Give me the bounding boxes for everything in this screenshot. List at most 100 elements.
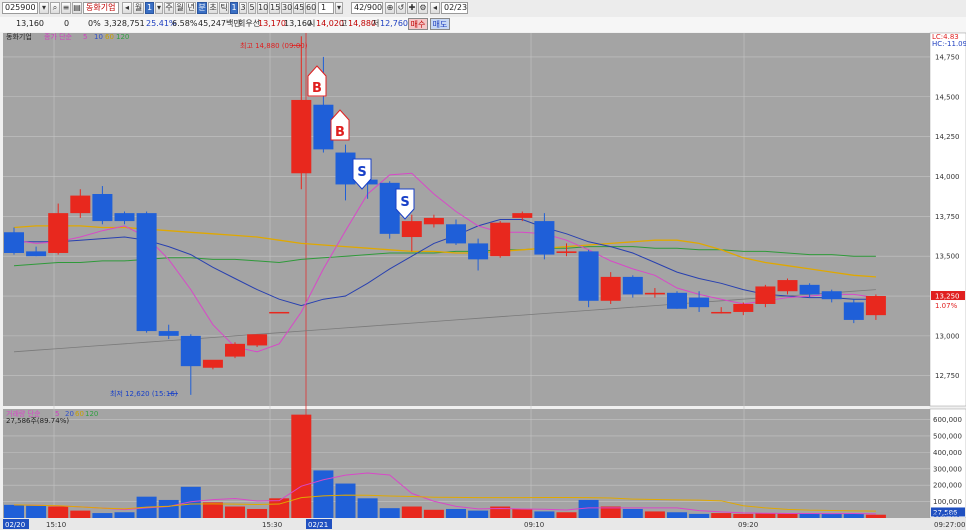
tab-tick[interactable]: 틱 — [219, 2, 229, 14]
bar-count-display[interactable]: 42/900 — [351, 2, 383, 14]
interval-1[interactable]: 1 — [230, 2, 238, 14]
volume-bar — [777, 513, 798, 518]
volume-current-label: 27,586주(89.74%) — [6, 417, 69, 425]
signal-marker-letter: S — [357, 165, 366, 180]
trade-amount: 45,247백만 — [198, 19, 241, 28]
settings-gear-icon[interactable]: ⚙ — [418, 2, 428, 14]
interval-30[interactable]: 30 — [281, 2, 292, 14]
candle-body — [247, 334, 268, 346]
period-month-tab[interactable]: 월 — [133, 2, 144, 14]
count-input[interactable]: 1 — [318, 2, 334, 14]
interval-3[interactable]: 3 — [239, 2, 247, 14]
volume-bar — [202, 502, 223, 518]
candle-body — [225, 343, 245, 357]
price-tick-label: 14,500 — [935, 93, 960, 101]
info-bar: 13,160 0 0% 3,328,751 25.41% 6.58% 45,24… — [0, 17, 966, 33]
volume-bar — [468, 510, 489, 518]
volume-bar — [4, 504, 24, 518]
volume-bar — [48, 506, 69, 518]
magnifier-icon[interactable]: ⌕ — [50, 2, 60, 14]
candle-body — [468, 243, 489, 260]
price-tick-label: 14,250 — [935, 133, 960, 141]
sell-button[interactable]: 매도 — [430, 18, 450, 30]
candle-body — [92, 193, 113, 222]
tab-day[interactable]: 월 — [175, 2, 185, 14]
period-dropdown-icon[interactable]: ▾ — [155, 2, 163, 14]
volume-tick-label: 200,000 — [933, 482, 962, 490]
high-label: 고 — [340, 19, 348, 28]
candle-body — [733, 303, 754, 312]
interval-5[interactable]: 5 — [248, 2, 256, 14]
signal-marker-letter: B — [335, 125, 345, 140]
volume-bar — [92, 513, 113, 518]
reset-icon[interactable]: ↺ — [396, 2, 406, 14]
code-dropdown-arrow-icon[interactable]: ▾ — [39, 2, 49, 14]
candle-body — [4, 232, 24, 253]
volume-bar — [26, 505, 47, 518]
candle-body — [202, 359, 223, 368]
candle-body — [821, 291, 842, 300]
tab-minute[interactable]: 분 — [197, 2, 207, 14]
candle-body — [291, 99, 312, 174]
time-end-label: 09:27:00 — [934, 521, 965, 529]
time-tick-label: 15:10 — [46, 521, 66, 529]
period-count-field[interactable]: 1 — [145, 2, 154, 14]
interval-10[interactable]: 10 — [257, 2, 268, 14]
volume-bar — [423, 509, 444, 518]
volume-tick-label: 500,000 — [933, 432, 962, 440]
prev-close-label: 회우선 — [238, 19, 261, 28]
time-axis — [0, 518, 966, 530]
time-tick-label: 09:20 — [738, 521, 758, 529]
change-pct: 0% — [88, 19, 101, 28]
interval-15[interactable]: 15 — [269, 2, 280, 14]
stock-name-field[interactable]: 동화기업 — [83, 2, 119, 14]
candle-body — [70, 195, 91, 214]
low-price: 12,760 — [380, 19, 408, 28]
volume-bar — [689, 513, 710, 518]
candle-body — [865, 296, 886, 316]
stock-list-icon[interactable]: ≡ — [61, 2, 71, 14]
volume-bar — [313, 470, 334, 518]
volume-pct-label: 89.74% — [933, 511, 960, 519]
candle-body — [48, 213, 69, 253]
interval-45[interactable]: 45 — [293, 2, 304, 14]
candle-body — [446, 224, 466, 244]
buy-button[interactable]: 매수 — [408, 18, 428, 30]
candle-body — [777, 280, 798, 292]
stock-code-input[interactable]: 025900 — [2, 2, 38, 14]
volume-tick-label: 400,000 — [933, 449, 962, 457]
candle-body — [490, 222, 511, 257]
legend-period: 5 — [83, 33, 87, 41]
tab-second[interactable]: 초 — [208, 2, 218, 14]
volume-bar — [225, 506, 245, 518]
volume-bar — [446, 508, 466, 518]
volume-bar — [335, 483, 356, 518]
prev-stock-icon[interactable]: ◂ — [122, 2, 132, 14]
date-input[interactable]: 02/23 — [441, 2, 468, 14]
volume-bar — [821, 513, 842, 518]
interval-60[interactable]: 60 — [305, 2, 316, 14]
crosshair-icon[interactable]: ✚ — [407, 2, 417, 14]
chart-type-icon[interactable]: ▤ — [72, 2, 82, 14]
low-label: 저 — [372, 19, 380, 28]
candle-body — [578, 251, 599, 301]
price-tick-label: 13,750 — [935, 213, 960, 221]
volume-bar — [733, 513, 754, 518]
volume-bar — [556, 512, 577, 518]
tab-year[interactable]: 년 — [186, 2, 196, 14]
legend-period: 120 — [116, 33, 129, 41]
tab-week[interactable]: 주 — [164, 2, 174, 14]
zoom-icon[interactable]: ⊕ — [385, 2, 395, 14]
price-chart[interactable]: 12,750 13,000 13,250 13,500 13,750 14,000 14,2… — [0, 32, 966, 530]
candle-body — [644, 292, 665, 295]
prev-date-icon[interactable]: ◂ — [430, 2, 440, 14]
candle-body — [512, 213, 533, 218]
candle-body — [600, 276, 621, 301]
volume-bar — [291, 414, 312, 518]
candle-body — [799, 284, 820, 295]
hc-label: HC:-11.09 — [932, 40, 966, 48]
candle-body — [622, 276, 643, 295]
volume-ratio-2: 6.58% — [172, 19, 198, 28]
candle-body — [401, 221, 422, 238]
count-dropdown-icon[interactable]: ▾ — [335, 2, 343, 14]
